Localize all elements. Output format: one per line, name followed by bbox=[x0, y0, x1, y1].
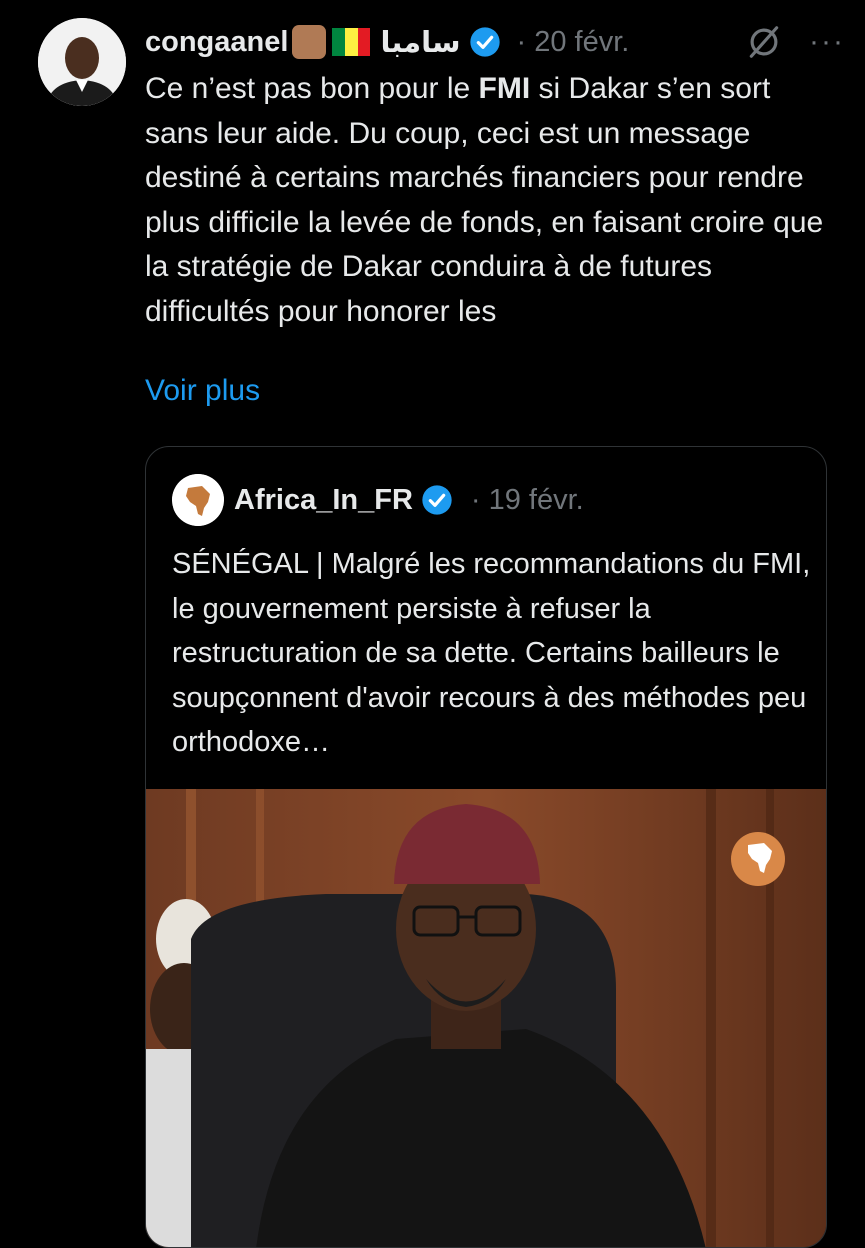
see-more-link[interactable]: Voir plus bbox=[145, 374, 260, 408]
raised-fist-emoji-icon bbox=[292, 25, 327, 59]
verified-badge-icon bbox=[469, 27, 500, 57]
avatar-photo bbox=[38, 18, 126, 106]
more-options-icon[interactable]: ··· bbox=[809, 25, 845, 59]
photo-man-in-chair bbox=[146, 789, 826, 1247]
tweet-text: Ce n’est pas bon pour le FMI si Dakar s’… bbox=[145, 72, 824, 328]
verified-badge-icon bbox=[422, 485, 452, 515]
tweet-date[interactable]: · 20 févr. bbox=[517, 26, 630, 59]
quoted-tweet-date: · 19 févr. bbox=[470, 483, 584, 516]
author-name[interactable]: congaanel bbox=[145, 26, 288, 59]
bold-text: FMI bbox=[478, 72, 531, 105]
quoted-tweet-photo[interactable] bbox=[146, 789, 826, 1247]
africa-logo-icon bbox=[172, 474, 224, 526]
quoted-tweet-header: Africa_In_FR · 19 févr. bbox=[172, 473, 584, 527]
senegal-flag-icon bbox=[332, 28, 371, 56]
tweet-header: congaanel سامبا · 20 févr. ··· bbox=[145, 20, 845, 64]
quoted-tweet-text: SÉNÉGAL | Malgré les recommandations du … bbox=[172, 548, 811, 758]
author-avatar[interactable] bbox=[38, 18, 126, 106]
quoted-tweet[interactable]: Africa_In_FR · 19 févr. SÉNÉGAL | Malgré… bbox=[145, 446, 827, 1248]
author-emojis bbox=[292, 25, 371, 59]
quoted-author-name[interactable]: Africa_In_FR bbox=[234, 484, 413, 517]
quoted-author-avatar[interactable] bbox=[172, 474, 224, 526]
author-arabic-name: سامبا bbox=[380, 26, 461, 59]
grok-icon[interactable] bbox=[745, 23, 783, 61]
